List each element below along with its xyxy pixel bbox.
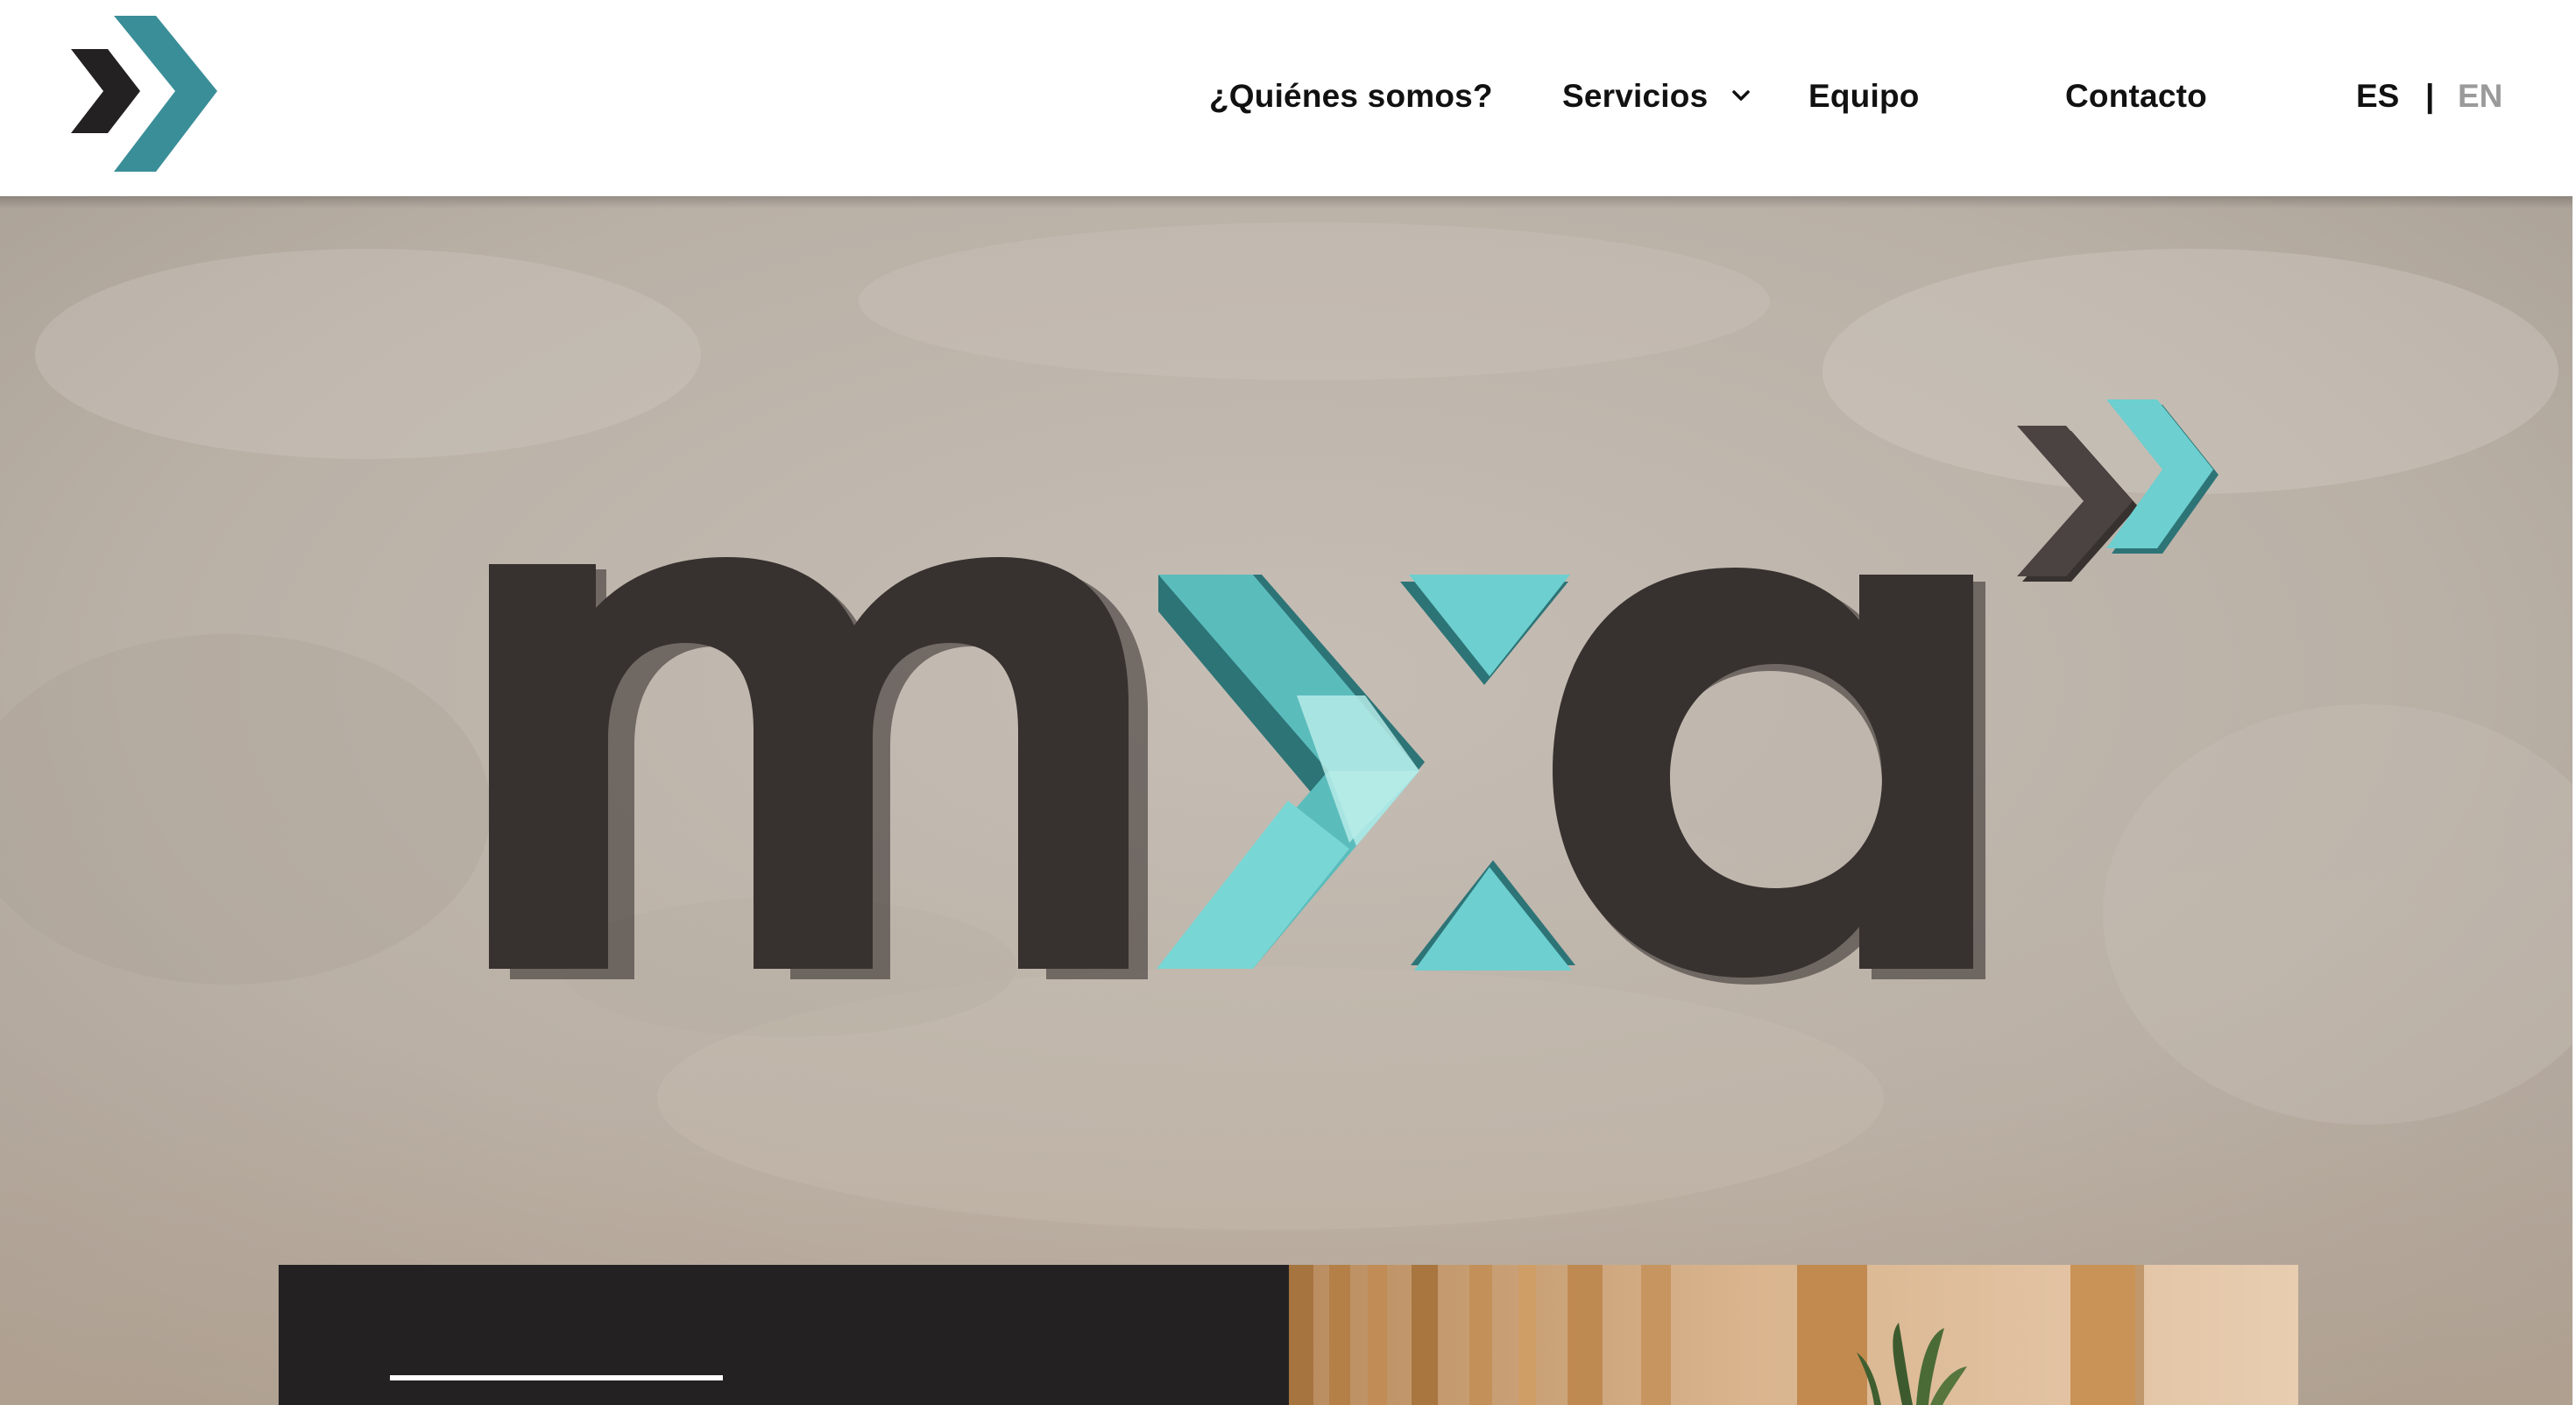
lang-en-button[interactable]: EN (2458, 74, 2502, 119)
sign-letter-m (489, 557, 1148, 979)
nav-servicios-label: Servicios (1562, 78, 1709, 114)
lang-separator: | (2425, 78, 2435, 114)
chevron-down-icon (1732, 90, 1750, 101)
double-chevron-logo-icon[interactable] (68, 16, 224, 172)
header-shadow (0, 196, 2576, 208)
hero-section (0, 196, 2576, 1405)
page-right-edge (2572, 196, 2576, 1405)
card-divider-line (390, 1375, 723, 1380)
lang-es-button[interactable]: ES (2356, 74, 2399, 119)
nav-equipo[interactable]: Equipo (1808, 74, 1920, 119)
sign-letter-a (1553, 568, 1985, 985)
site-header: ¿Quiénes somos? Servicios Equipo Contact… (0, 0, 2576, 196)
sign-accent-chevrons (2017, 399, 2219, 582)
office-photo-card (1289, 1265, 2298, 1405)
sign-letter-x (1157, 575, 1575, 971)
nav-quienes-somos[interactable]: ¿Quiénes somos? (1209, 74, 1493, 119)
about-card (279, 1265, 1289, 1405)
nav-contacto[interactable]: Contacto (2065, 74, 2207, 119)
nav-servicios[interactable]: Servicios (1562, 74, 1751, 119)
office-photo (1289, 1265, 2298, 1405)
mxa-wall-sign (489, 399, 2219, 985)
page: ¿Quiénes somos? Servicios Equipo Contact… (0, 0, 2576, 1405)
